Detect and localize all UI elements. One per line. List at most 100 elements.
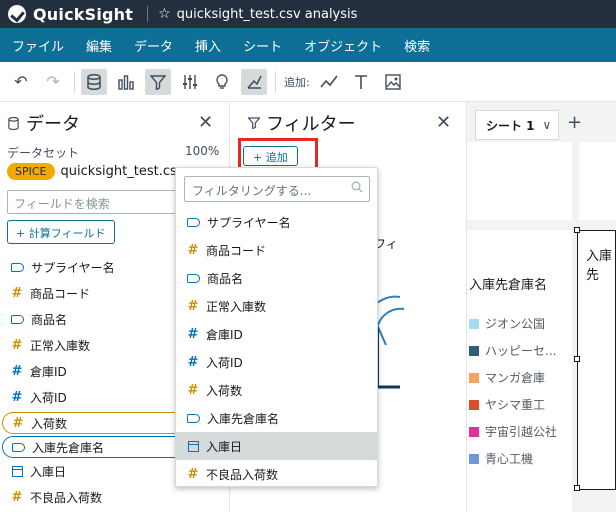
field-label: 正常入庫数 xyxy=(30,338,91,353)
line-chart-icon xyxy=(320,75,338,88)
dropdown-item[interactable]: # 正常入庫数 xyxy=(176,292,377,320)
redo-icon[interactable]: ↷ xyxy=(40,69,66,95)
data-panel-header: データ xyxy=(8,110,80,136)
add-image-button[interactable] xyxy=(380,69,406,95)
dimension-hash-icon: # xyxy=(11,363,23,379)
legend-swatch xyxy=(469,345,479,356)
legend-swatch xyxy=(469,426,479,437)
dropdown-item-hovered[interactable]: 入庫日 xyxy=(176,432,377,460)
themes-toggle[interactable] xyxy=(241,68,267,95)
measure-hash-icon: # xyxy=(187,298,199,314)
dropdown-item[interactable]: 商品名 xyxy=(176,264,377,292)
dimension-hash-icon: # xyxy=(187,354,199,370)
legend-label: 青心工機 xyxy=(485,452,534,466)
add-calculated-field-button[interactable]: + 計算フィールド xyxy=(7,220,115,244)
selected-visual-card[interactable]: 入庫先 xyxy=(577,230,616,490)
dimension-hash-icon: # xyxy=(187,326,199,342)
sheet-canvas: シート 1 ∨ + 入庫先倉庫名 ジオン公国 ハッピーセ... マンガ倉庫 ヤシ… xyxy=(467,102,616,512)
text-icon xyxy=(354,74,367,89)
legend-label: ジオン公国 xyxy=(485,317,546,331)
add-text-button[interactable] xyxy=(348,69,374,95)
menu-file[interactable]: ファイル xyxy=(12,36,64,55)
legend-item[interactable]: ハッピーセ... xyxy=(469,337,557,364)
dimension-tag-icon xyxy=(187,413,200,423)
visual-card[interactable] xyxy=(467,142,572,220)
legend-item[interactable]: 青心工機 xyxy=(469,445,557,472)
legend-item[interactable]: 宇宙引越公社 xyxy=(469,418,557,445)
measure-hash-icon: # xyxy=(187,242,199,258)
undo-icon[interactable]: ↶ xyxy=(8,69,34,95)
legend-label: 宇宙引越公社 xyxy=(485,425,558,439)
visualize-toggle[interactable] xyxy=(113,69,139,95)
dimension-tag-icon xyxy=(187,217,200,227)
dropdown-item[interactable]: 入庫先倉庫名 xyxy=(176,404,377,432)
field-label: 入荷数 xyxy=(31,416,68,431)
add-sheet-icon[interactable]: + xyxy=(567,112,582,133)
legend-label: ヤシマ重工 xyxy=(485,398,546,412)
menu-edit[interactable]: 編集 xyxy=(86,36,112,55)
close-icon[interactable]: ✕ xyxy=(436,112,451,133)
dropdown-item-label: 商品コード xyxy=(206,243,267,258)
filter-field-search-input[interactable]: フィルタリングする... xyxy=(184,176,370,202)
logo-text: QuickSight xyxy=(33,4,134,24)
add-label: 追加: xyxy=(284,75,310,89)
legend-label: ハッピーセ... xyxy=(485,344,557,358)
visual-card[interactable] xyxy=(579,142,616,220)
measure-hash-icon: # xyxy=(11,489,23,505)
dimension-tag-icon xyxy=(11,262,24,272)
add-visual-button[interactable] xyxy=(316,69,342,95)
filter-panel-header: フィルター xyxy=(248,110,356,136)
paint-chart-icon xyxy=(247,75,262,89)
dropdown-item-label: サプライヤー名 xyxy=(207,215,291,230)
database-icon xyxy=(8,116,19,130)
dropdown-item[interactable]: # 入荷数 xyxy=(176,376,377,404)
dropdown-item-label: 入庫先倉庫名 xyxy=(207,411,280,426)
dropdown-item[interactable]: # 入荷ID xyxy=(176,348,377,376)
visual-card[interactable]: 入庫先倉庫名 ジオン公国 ハッピーセ... マンガ倉庫 ヤシマ重工 宇宙引越公社… xyxy=(467,230,572,512)
resize-handle[interactable] xyxy=(574,356,580,362)
calendar-icon xyxy=(12,465,23,477)
data-pane-toggle[interactable] xyxy=(81,68,107,95)
sheet-tab-label: シート 1 xyxy=(486,118,535,133)
filter-toggle[interactable] xyxy=(145,68,171,95)
legend-item[interactable]: ジオン公国 xyxy=(469,310,557,337)
properties-toggle[interactable] xyxy=(177,69,203,95)
menu-sheet[interactable]: シート xyxy=(243,36,282,55)
menu-object[interactable]: オブジェクト xyxy=(304,36,382,55)
analysis-title[interactable]: quicksight_test.csv analysis xyxy=(177,7,358,22)
menu-data[interactable]: データ xyxy=(134,36,173,55)
field-label: 商品名 xyxy=(31,312,68,327)
dropdown-item-label: 入庫日 xyxy=(206,439,243,454)
divider xyxy=(147,6,149,22)
bar-chart-icon xyxy=(118,74,134,90)
dropdown-item-label: 不良品入荷数 xyxy=(206,467,279,482)
resize-handle[interactable] xyxy=(574,227,580,233)
dropdown-item[interactable]: # 商品コード xyxy=(176,236,377,264)
dropdown-item[interactable]: # 不良品入荷数 xyxy=(176,460,377,488)
resize-handle[interactable] xyxy=(574,485,580,491)
legend-item[interactable]: マンガ倉庫 xyxy=(469,364,557,391)
measure-hash-icon: # xyxy=(12,415,24,431)
menu-insert[interactable]: 挿入 xyxy=(195,36,221,55)
star-icon[interactable]: ☆ xyxy=(158,6,171,22)
field-label: 倉庫ID xyxy=(30,364,67,379)
legend-swatch xyxy=(469,453,479,464)
search-icon xyxy=(351,181,363,196)
legend-swatch xyxy=(469,318,479,329)
dropdown-item[interactable]: # 倉庫ID xyxy=(176,320,377,348)
close-icon[interactable]: ✕ xyxy=(198,112,213,133)
field-label: 商品コード xyxy=(30,286,91,301)
visual-title: 入庫先 xyxy=(586,249,613,283)
menu-search[interactable]: 検索 xyxy=(404,36,430,55)
tab-sheet-1[interactable]: シート 1 ∨ xyxy=(475,110,559,140)
field-label: 入荷ID xyxy=(30,390,67,405)
filter-field-dropdown: フィルタリングする... サプライヤー名 # 商品コード 商品名 # 正常入庫数 #… xyxy=(175,167,378,487)
legend-item[interactable]: ヤシマ重工 xyxy=(469,391,557,418)
dimension-tag-icon xyxy=(187,273,200,283)
legend-swatch xyxy=(469,399,479,410)
chevron-down-icon[interactable]: ∨ xyxy=(543,118,552,132)
insights-toggle[interactable] xyxy=(209,69,235,95)
dimension-hash-icon: # xyxy=(11,389,23,405)
dropdown-item[interactable]: サプライヤー名 xyxy=(176,208,377,236)
quicksight-logo[interactable]: QuickSight xyxy=(0,0,133,28)
